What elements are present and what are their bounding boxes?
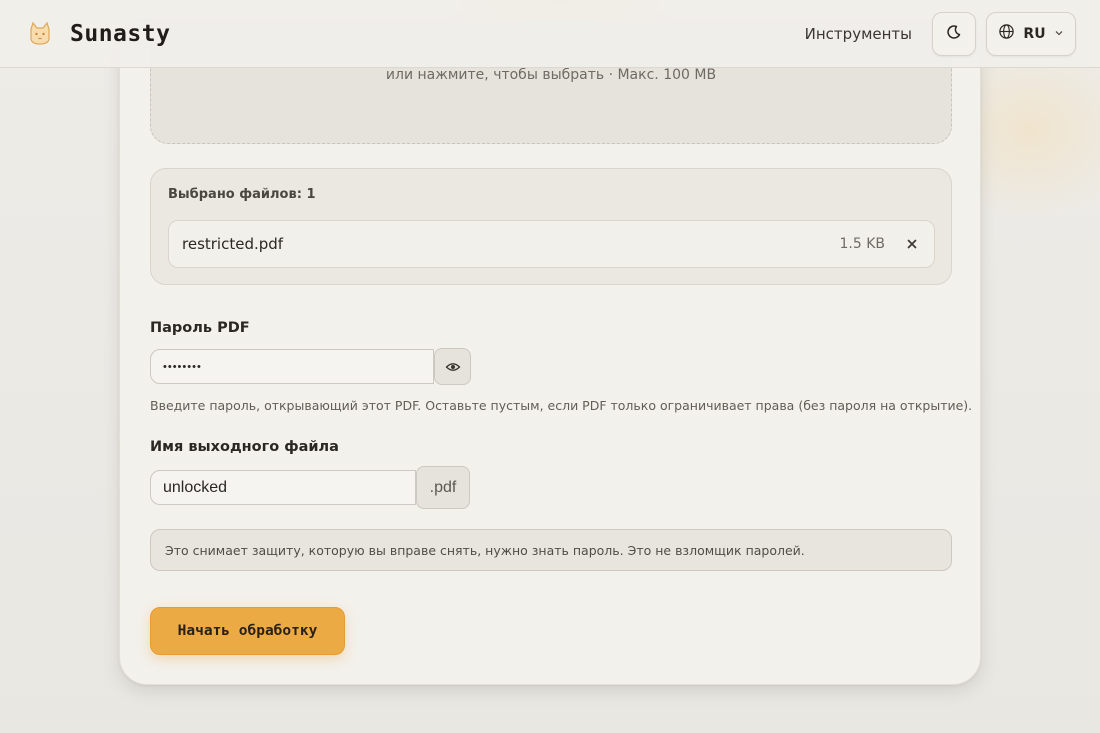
tool-card: или нажмите, чтобы выбрать · Макс. 100 M…	[119, 20, 981, 685]
close-icon	[907, 239, 917, 249]
language-label: RU	[1023, 25, 1046, 42]
legal-notice: Это снимает защиту, которую вы вправе сн…	[150, 529, 952, 571]
file-extension-addon: .pdf	[416, 466, 470, 509]
theme-toggle-button[interactable]	[932, 11, 976, 56]
language-select[interactable]: RU	[986, 11, 1076, 56]
password-help-text: Введите пароль, открывающий этот PDF. Ос…	[150, 398, 973, 413]
dropzone-hint: или нажмите, чтобы выбрать · Макс. 100 M…	[385, 67, 717, 83]
top-header: Sunasty Инструменты RU	[0, 0, 1100, 68]
eye-icon	[445, 362, 460, 371]
cat-logo-icon	[24, 18, 56, 50]
start-processing-button[interactable]: Начать обработку	[150, 607, 345, 655]
nav-tools-link[interactable]: Инструменты	[805, 25, 912, 43]
file-size: 1.5 KB	[839, 236, 886, 252]
brand-name: Sunasty	[70, 20, 171, 47]
file-list-item: restricted.pdf 1.5 KB	[168, 220, 935, 268]
remove-file-button[interactable]	[903, 235, 921, 253]
output-filename-input[interactable]: unlocked	[150, 470, 416, 505]
file-name: restricted.pdf	[182, 235, 284, 253]
password-field-group: ••••••••	[150, 348, 471, 385]
files-count-label: Выбрано файлов: 1	[168, 187, 316, 202]
output-filename-group: unlocked .pdf	[150, 466, 470, 509]
globe-icon	[998, 23, 1015, 44]
selected-files-panel: Выбрано файлов: 1 restricted.pdf 1.5 KB	[150, 168, 952, 285]
brand-logo-link[interactable]: Sunasty	[24, 18, 170, 50]
output-filename-label: Имя выходного файла	[150, 439, 339, 455]
password-label: Пароль PDF	[150, 320, 250, 336]
show-password-button[interactable]	[434, 348, 471, 385]
moon-icon	[946, 24, 962, 44]
password-input[interactable]: ••••••••	[150, 349, 434, 384]
chevron-down-icon	[1054, 26, 1064, 42]
